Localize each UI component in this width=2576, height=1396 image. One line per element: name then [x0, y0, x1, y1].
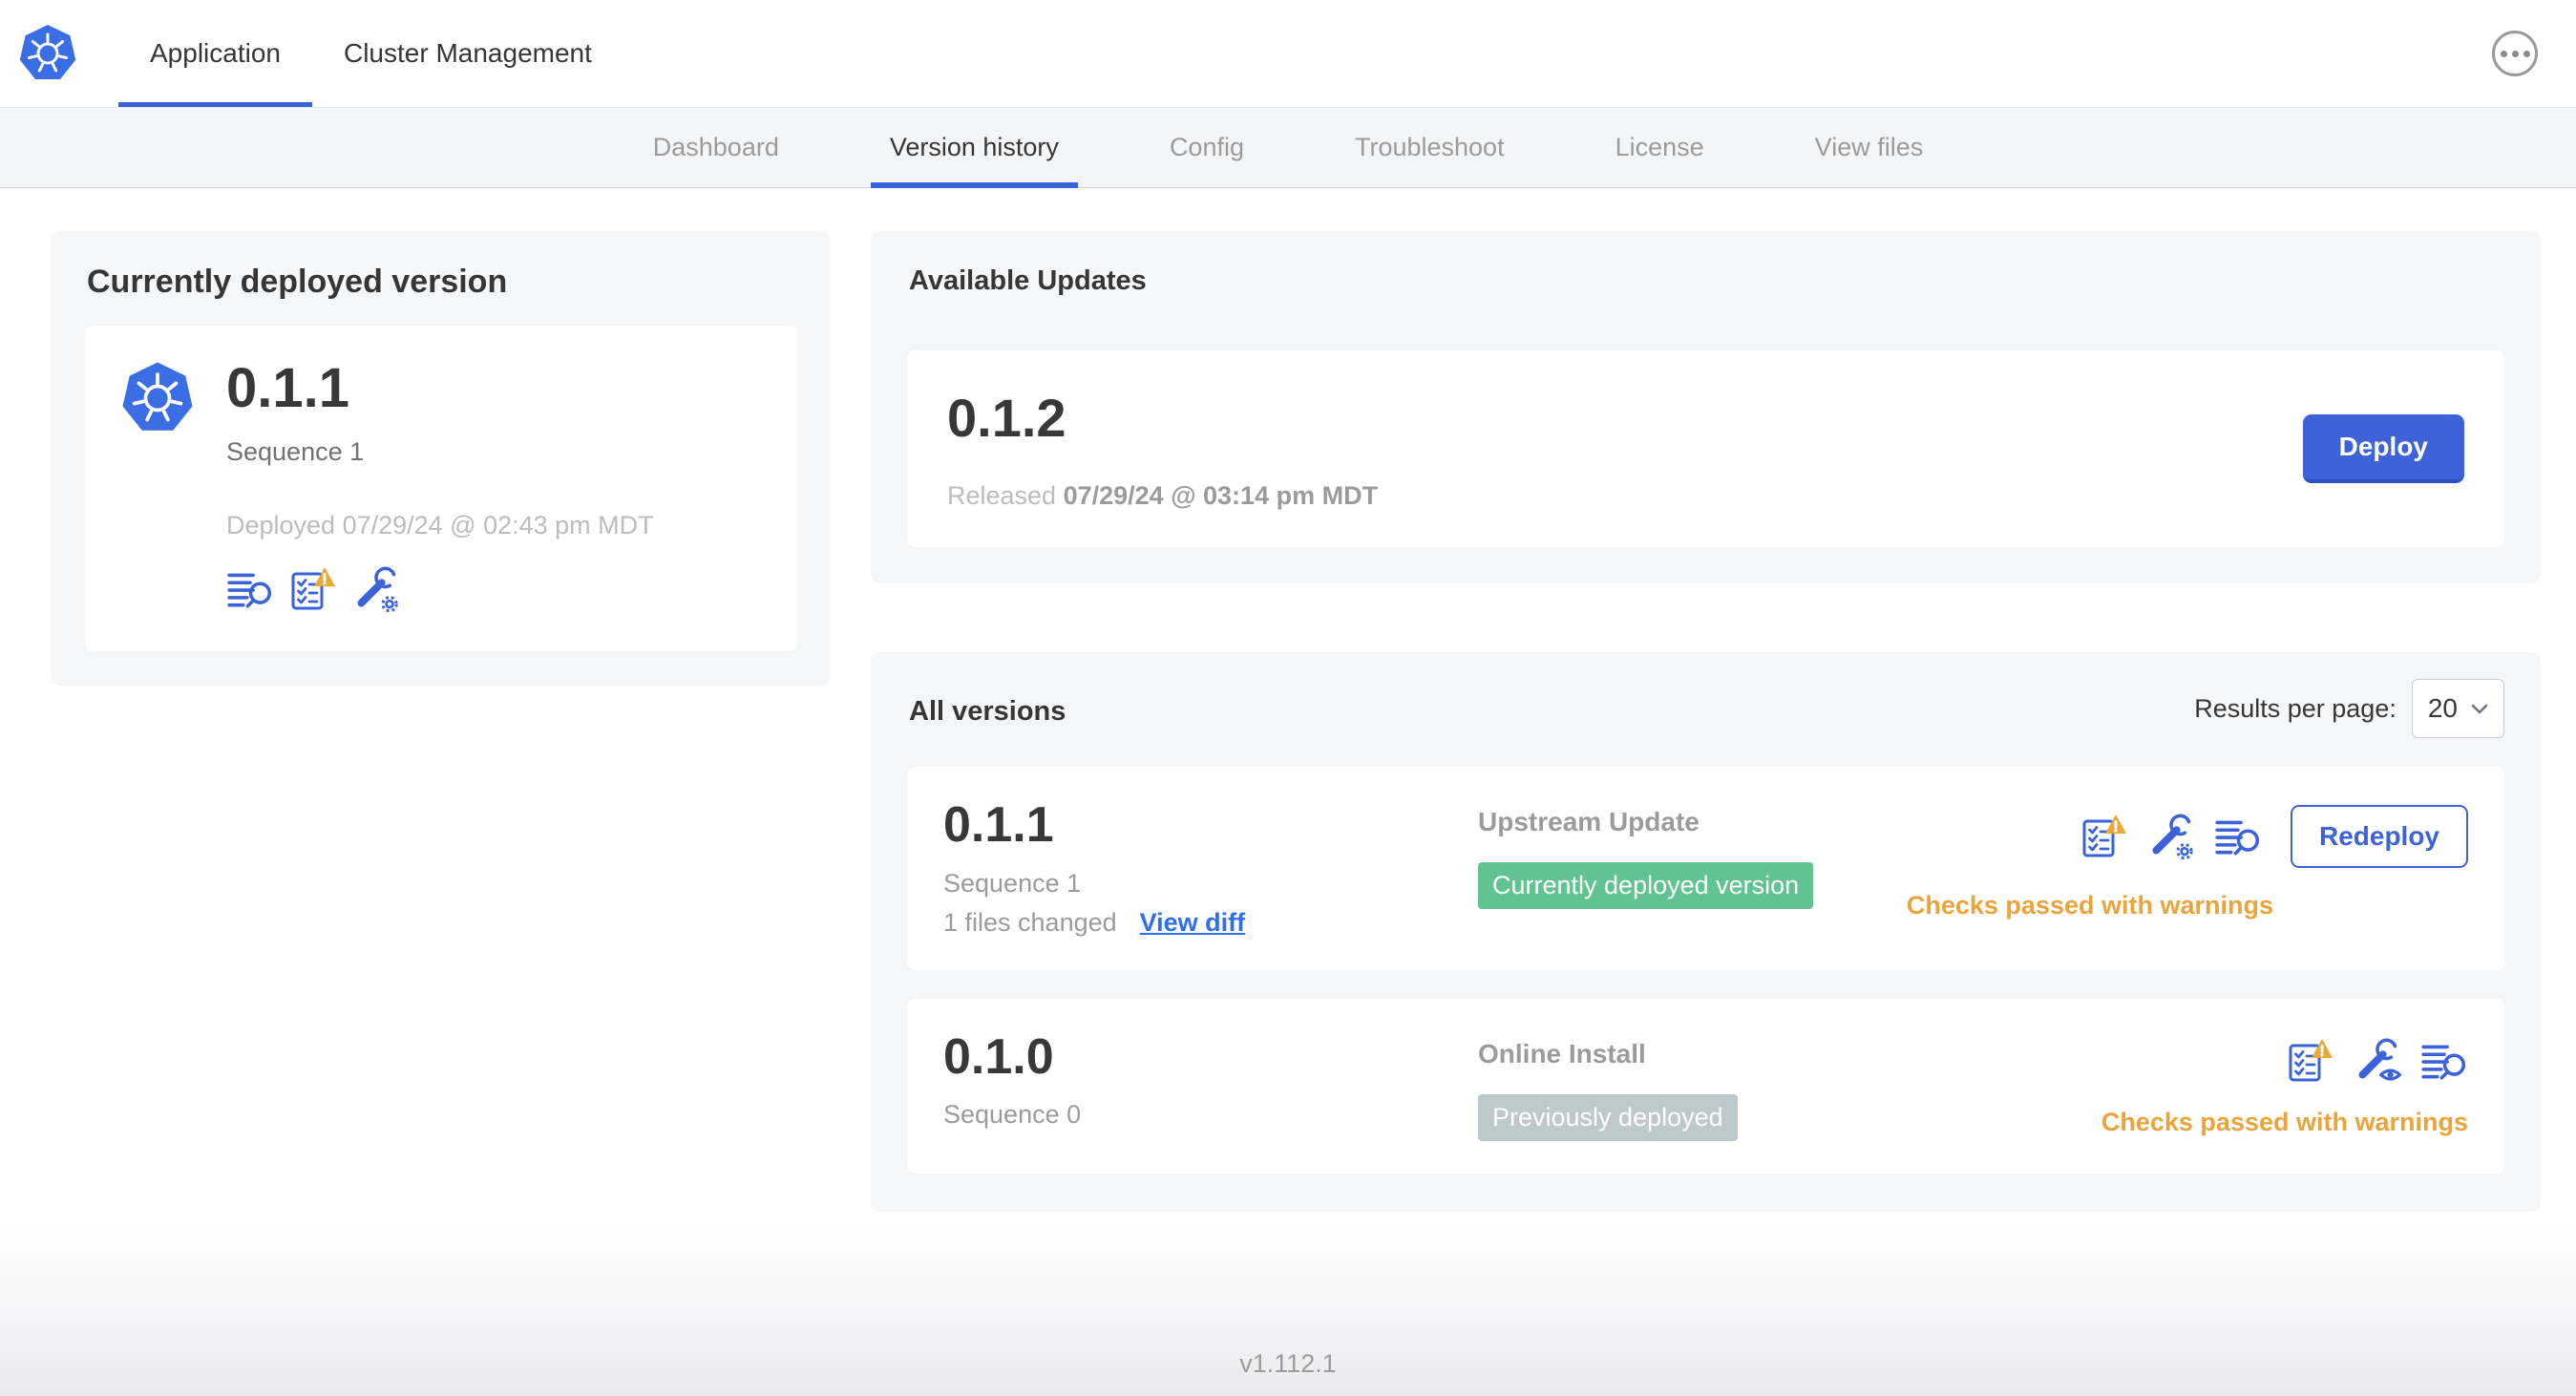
update-version-number: 0.1.2: [947, 388, 1066, 448]
checks-status-text: Checks passed with warnings: [2101, 1107, 2468, 1136]
version-row-info: 0.1.1 Sequence 1 1 files changed View di…: [943, 799, 1478, 938]
version-source: Online Install: [1478, 1038, 1646, 1068]
subtab-view-files[interactable]: View files: [1760, 108, 1979, 187]
view-config-icon[interactable]: [2354, 1037, 2401, 1085]
tab-cluster-management-label: Cluster Management: [343, 38, 592, 68]
tab-application[interactable]: Application: [118, 0, 312, 107]
app-subnav: Dashboard Version history Config Trouble…: [0, 108, 2576, 188]
version-sequence: Sequence 1: [943, 868, 1082, 898]
version-number: 0.1.0: [943, 1028, 1054, 1085]
view-logs-icon[interactable]: [2214, 813, 2262, 860]
subtab-version-history[interactable]: Version history: [834, 108, 1114, 188]
version-actions: [2287, 1037, 2468, 1085]
all-versions-card: All versions Results per page: 20 0.1.1 …: [871, 652, 2541, 1212]
page-footer: v1.112.1: [0, 1219, 2576, 1396]
preflight-checks-warning-icon[interactable]: [289, 565, 337, 613]
subtab-troubleshoot[interactable]: Troubleshoot: [1299, 108, 1560, 187]
results-per-page-label: Results per page:: [2194, 693, 2397, 723]
current-version-info: 0.1.1 Sequence 1 Deployed 07/29/24 @ 02:…: [226, 357, 654, 613]
results-per-page: Results per page: 20: [2194, 679, 2504, 738]
version-number: 0.1.1: [943, 797, 1054, 853]
version-actions-column: Redeploy Checks passed with warnings: [1907, 799, 2468, 920]
edit-config-icon[interactable]: [2147, 813, 2195, 860]
available-updates-title: Available Updates: [909, 265, 1147, 296]
version-sequence: Sequence 0: [943, 1100, 1082, 1130]
preflight-checks-warning-icon[interactable]: [2080, 813, 2128, 860]
update-released-timestamp: Released 07/29/24 @ 03:14 pm MDT: [947, 481, 1379, 510]
console-version: v1.112.1: [1239, 1349, 1337, 1378]
version-source-column: Online Install Previously deployed: [1478, 1031, 2101, 1141]
subtab-license[interactable]: License: [1560, 108, 1760, 187]
preflight-checks-warning-icon[interactable]: [2287, 1037, 2334, 1085]
available-updates-card: Available Updates 0.1.2 Released 07/29/2…: [871, 231, 2541, 583]
left-column: Currently deployed version 0.1.1 Sequenc…: [51, 231, 830, 686]
version-source: Upstream Update: [1478, 807, 1700, 836]
edit-config-icon[interactable]: [352, 565, 400, 613]
right-column: Available Updates 0.1.2 Released 07/29/2…: [871, 231, 2541, 1212]
current-version-sequence: Sequence 1: [226, 436, 365, 466]
top-header: Application Cluster Management: [0, 0, 2576, 108]
version-source-column: Upstream Update Currently deployed versi…: [1478, 799, 1907, 909]
status-badge: Currently deployed version: [1478, 862, 1814, 909]
currently-deployed-card: Currently deployed version 0.1.1 Sequenc…: [51, 231, 830, 686]
current-version-actions: [226, 565, 654, 613]
ellipsis-icon: [2500, 50, 2507, 57]
subtab-dashboard[interactable]: Dashboard: [598, 108, 834, 187]
tab-application-label: Application: [150, 38, 281, 68]
chevron-down-icon: [2471, 704, 2488, 713]
currently-deployed-title: Currently deployed version: [87, 264, 508, 300]
version-row-info: 0.1.0 Sequence 0: [943, 1028, 1478, 1131]
view-logs-icon[interactable]: [226, 565, 274, 613]
version-row-0.1.1: 0.1.1 Sequence 1 1 files changed View di…: [907, 767, 2504, 970]
current-version-number: 0.1.1: [226, 357, 349, 419]
top-nav: Application Cluster Management: [118, 0, 623, 107]
view-diff-link[interactable]: View diff: [1140, 908, 1246, 938]
overflow-menu-button[interactable]: [2492, 31, 2538, 76]
all-versions-header: All versions Results per page: 20: [907, 679, 2504, 738]
files-changed-row: 1 files changed View diff: [943, 908, 1478, 938]
version-actions: Redeploy: [2080, 805, 2468, 868]
app-icon: [119, 360, 196, 436]
app-root: Application Cluster Management Dashboard…: [0, 0, 2576, 1396]
status-badge: Previously deployed: [1478, 1093, 1738, 1141]
files-changed-count: 1 files changed: [943, 907, 1117, 937]
available-update-info: 0.1.2 Released 07/29/24 @ 03:14 pm MDT: [947, 387, 1378, 511]
version-row-0.1.0: 0.1.0 Sequence 0 Online Install Previous…: [907, 998, 2504, 1174]
main-content: Currently deployed version 0.1.1 Sequenc…: [0, 188, 2576, 1219]
version-actions-column: Checks passed with warnings: [2101, 1031, 2468, 1137]
available-update-row: 0.1.2 Released 07/29/24 @ 03:14 pm MDT D…: [907, 350, 2504, 547]
view-logs-icon[interactable]: [2420, 1037, 2468, 1085]
tab-cluster-management[interactable]: Cluster Management: [312, 0, 623, 107]
results-per-page-select[interactable]: 20: [2411, 679, 2504, 738]
current-version-deployed-timestamp: Deployed 07/29/24 @ 02:43 pm MDT: [226, 510, 654, 539]
results-per-page-value: 20: [2427, 693, 2458, 723]
kubernetes-logo-icon: [17, 23, 78, 84]
all-versions-title: All versions: [909, 695, 1066, 727]
redeploy-button[interactable]: Redeploy: [2290, 805, 2468, 868]
subtab-config[interactable]: Config: [1114, 108, 1299, 187]
currently-deployed-version-card: 0.1.1 Sequence 1 Deployed 07/29/24 @ 02:…: [85, 326, 797, 651]
deploy-button[interactable]: Deploy: [2302, 414, 2464, 483]
checks-status-text: Checks passed with warnings: [1906, 891, 2273, 920]
